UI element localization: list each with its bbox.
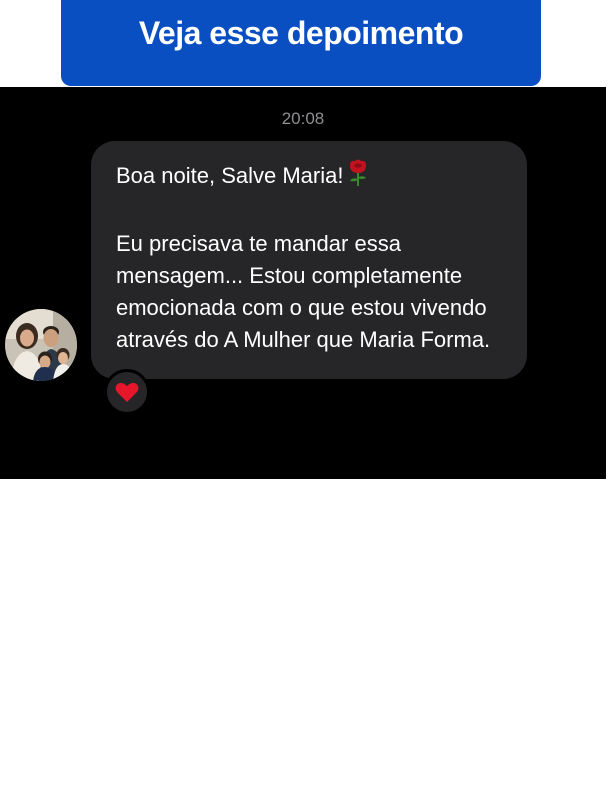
reaction-badge[interactable] xyxy=(104,369,150,415)
family-photo-avatar xyxy=(5,309,77,381)
message-timestamp: 20:08 xyxy=(281,109,325,128)
message-greeting-line: Boa noite, Salve Maria! xyxy=(116,159,515,196)
message-line: Eu precisava te mandar essa xyxy=(116,231,401,256)
chat-screenshot: 20:08 Boa noite, Salve Maria! Eu precisa… xyxy=(0,87,606,479)
avatar xyxy=(5,309,77,381)
message-bubble: Boa noite, Salve Maria! Eu precisava te … xyxy=(91,141,527,379)
message-greeting: Boa noite, Salve Maria! xyxy=(116,163,344,188)
rose-icon xyxy=(347,159,369,196)
testimonial-banner[interactable]: Veja esse depoimento xyxy=(61,0,541,86)
message-line: através do A Mulher que Maria Forma. xyxy=(116,327,491,352)
message-line: mensagem... Estou completamente xyxy=(116,263,463,288)
heart-icon xyxy=(115,382,139,402)
banner-title: Veja esse depoimento xyxy=(138,14,464,51)
message-line: emocionada com o que estou vivendo xyxy=(116,295,487,320)
